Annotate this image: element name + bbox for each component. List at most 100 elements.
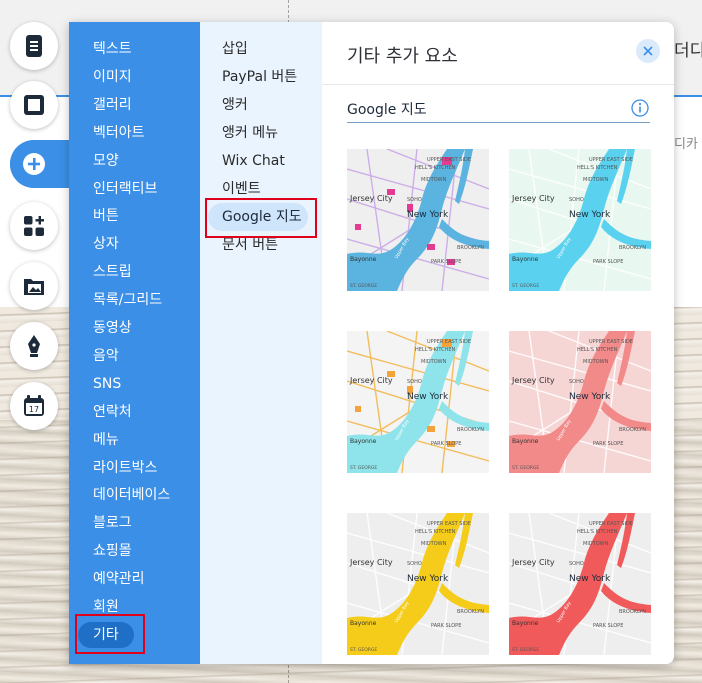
orange-blue-map[interactable]: UPPER EAST SIDE HELL'S KITCHEN MIDTOWN J…: [347, 331, 489, 473]
svg-text:HELL'S KITCHEN: HELL'S KITCHEN: [415, 347, 456, 353]
svg-text:Bayonne: Bayonne: [512, 256, 539, 263]
svg-text:Bayonne: Bayonne: [512, 438, 539, 445]
light-blue-map[interactable]: UPPER EAST SIDE HELL'S KITCHEN MIDTOWN J…: [509, 149, 651, 291]
svg-text:UPPER EAST SIDE: UPPER EAST SIDE: [427, 339, 471, 345]
highlight-more-category: [75, 614, 145, 654]
pink-map[interactable]: UPPER EAST SIDE HELL'S KITCHEN MIDTOWN J…: [509, 331, 651, 473]
svg-text:SOHO: SOHO: [569, 561, 584, 567]
category-item[interactable]: 라이트박스: [93, 459, 157, 477]
category-item[interactable]: 음악: [93, 347, 119, 365]
category-item[interactable]: 인터랙티브: [93, 180, 157, 198]
close-button[interactable]: [636, 39, 660, 63]
svg-text:ST. GEORGE: ST. GEORGE: [350, 647, 377, 653]
highlight-google-maps: [205, 198, 317, 238]
red-map[interactable]: UPPER EAST SIDE HELL'S KITCHEN MIDTOWN J…: [509, 513, 651, 655]
category-item[interactable]: 이미지: [93, 68, 132, 86]
svg-text:HELL'S KITCHEN: HELL'S KITCHEN: [415, 529, 456, 535]
svg-text:ST. GEORGE: ST. GEORGE: [512, 283, 539, 289]
svg-text:New York: New York: [407, 574, 449, 584]
category-item[interactable]: 메뉴: [93, 431, 119, 449]
svg-text:BROOKLYN: BROOKLYN: [619, 427, 646, 433]
subcategory-item[interactable]: PayPal 버튼: [222, 68, 297, 86]
svg-text:UPPER EAST SIDE: UPPER EAST SIDE: [427, 157, 471, 163]
svg-text:SOHO: SOHO: [569, 379, 584, 385]
pages-icon: [26, 35, 42, 57]
svg-text:SOHO: SOHO: [407, 561, 422, 567]
category-item[interactable]: 블로그: [93, 514, 132, 532]
subcategory-item[interactable]: 삽입: [222, 40, 248, 58]
svg-text:ST. GEORGE: ST. GEORGE: [512, 647, 539, 653]
svg-text:PARK SLOPE: PARK SLOPE: [593, 441, 623, 447]
category-list: 텍스트이미지갤러리벡터아트모양인터랙티브버튼상자스트립목록/그리드동영상음악 SN…: [69, 22, 200, 664]
background-button[interactable]: [10, 81, 58, 129]
svg-text:Bayonne: Bayonne: [350, 256, 377, 263]
svg-text:Jersey City: Jersey City: [511, 194, 555, 203]
canvas-partial-heading: 더디: [674, 41, 702, 61]
svg-text:BROOKLYN: BROOKLYN: [619, 609, 646, 615]
subcategory-item[interactable]: 이벤트: [222, 180, 261, 198]
svg-text:HELL'S KITCHEN: HELL'S KITCHEN: [577, 165, 618, 171]
pen-icon: [28, 335, 40, 357]
svg-text:PARK SLOPE: PARK SLOPE: [593, 259, 623, 265]
svg-text:UPPER EAST SIDE: UPPER EAST SIDE: [589, 339, 633, 345]
category-item[interactable]: 스트립: [93, 263, 132, 281]
category-item[interactable]: 갤러리: [93, 96, 132, 114]
subcategory-item[interactable]: 문서 버튼: [222, 236, 278, 254]
svg-text:Jersey City: Jersey City: [349, 376, 393, 385]
add-button[interactable]: [10, 140, 58, 188]
svg-text:SOHO: SOHO: [569, 197, 584, 203]
category-item[interactable]: 연락처: [93, 403, 132, 421]
canvas-partial-text: 디카: [674, 137, 698, 152]
pages-button[interactable]: [10, 22, 58, 70]
svg-text:New York: New York: [569, 392, 611, 402]
svg-text:UPPER EAST SIDE: UPPER EAST SIDE: [427, 521, 471, 527]
add-icon: [23, 153, 45, 175]
category-item[interactable]: 목록/그리드: [93, 291, 162, 309]
media-button[interactable]: [10, 262, 58, 310]
svg-text:MIDTOWN: MIDTOWN: [421, 177, 447, 183]
svg-text:SOHO: SOHO: [407, 197, 422, 203]
bookings-button[interactable]: 17: [10, 382, 58, 430]
category-item[interactable]: 데이터베이스: [93, 486, 170, 504]
background-icon: [24, 95, 44, 115]
subcategory-item[interactable]: 앵커: [222, 96, 248, 114]
bookings-icon: 17: [24, 395, 44, 416]
category-item[interactable]: 상자: [93, 235, 119, 253]
svg-text:MIDTOWN: MIDTOWN: [421, 541, 447, 547]
svg-text:BROOKLYN: BROOKLYN: [457, 427, 484, 433]
yellow-map[interactable]: UPPER EAST SIDE HELL'S KITCHEN MIDTOWN J…: [347, 513, 489, 655]
category-item[interactable]: 버튼: [93, 207, 119, 225]
svg-text:Jersey City: Jersey City: [511, 376, 555, 385]
svg-text:Jersey City: Jersey City: [349, 194, 393, 203]
svg-text:MIDTOWN: MIDTOWN: [583, 177, 609, 183]
svg-text:New York: New York: [407, 392, 449, 402]
svg-text:BROOKLYN: BROOKLYN: [457, 245, 484, 251]
svg-text:MIDTOWN: MIDTOWN: [421, 359, 447, 365]
svg-text:Jersey City: Jersey City: [349, 558, 393, 567]
category-item[interactable]: SNS: [93, 375, 121, 393]
svg-text:UPPER EAST SIDE: UPPER EAST SIDE: [589, 157, 633, 163]
add-elements-panel: 텍스트이미지갤러리벡터아트모양인터랙티브버튼상자스트립목록/그리드동영상음악 SN…: [69, 22, 674, 664]
svg-text:ST. GEORGE: ST. GEORGE: [350, 465, 377, 471]
pen-button[interactable]: [10, 322, 58, 370]
category-item[interactable]: 텍스트: [93, 40, 132, 58]
app-market-button[interactable]: [10, 202, 58, 250]
category-item[interactable]: 쇼핑몰: [93, 542, 132, 560]
svg-text:MIDTOWN: MIDTOWN: [583, 359, 609, 365]
svg-text:Bayonne: Bayonne: [350, 438, 377, 445]
colorful-map[interactable]: UPPER EAST SIDE HELL'S KITCHEN MIDTOWN J…: [347, 149, 489, 291]
category-item[interactable]: 모양: [93, 152, 119, 170]
media-icon: [24, 279, 44, 295]
svg-text:PARK SLOPE: PARK SLOPE: [431, 259, 461, 265]
svg-text:New York: New York: [569, 210, 611, 220]
info-icon[interactable]: [631, 99, 649, 117]
category-item[interactable]: 벡터아트: [93, 124, 145, 142]
svg-text:HELL'S KITCHEN: HELL'S KITCHEN: [415, 165, 456, 171]
category-item[interactable]: 예약관리: [93, 570, 145, 588]
svg-text:HELL'S KITCHEN: HELL'S KITCHEN: [577, 529, 618, 535]
category-item[interactable]: 동영상: [93, 319, 132, 337]
subcategory-item[interactable]: 앵커 메뉴: [222, 124, 278, 142]
section-underline: [347, 122, 650, 123]
svg-text:PARK SLOPE: PARK SLOPE: [431, 623, 461, 629]
subcategory-item[interactable]: Wix Chat: [222, 152, 285, 170]
